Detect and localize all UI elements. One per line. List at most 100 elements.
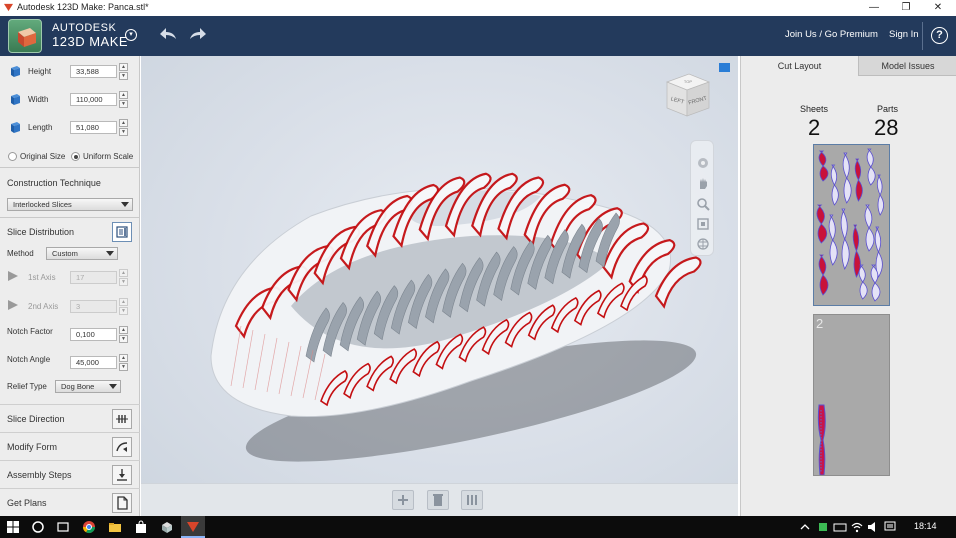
modify-form-button[interactable] (112, 437, 132, 457)
width-stepper[interactable]: ▲ ▼ (119, 91, 128, 109)
pinned-app-icon[interactable] (160, 520, 174, 534)
search-icon[interactable] (31, 520, 45, 534)
sign-in-link[interactable]: Sign In (889, 29, 919, 40)
first-axis-stepper[interactable]: ▲ ▼ (119, 269, 128, 287)
height-input[interactable]: 33,588 (70, 65, 117, 78)
store-icon[interactable] (134, 520, 148, 534)
start-icon[interactable] (6, 520, 20, 534)
view-cube[interactable]: TOP LEFT FRONT (663, 70, 713, 120)
assembly-steps-label: Assembly Steps (7, 470, 72, 480)
wifi-icon[interactable] (850, 520, 864, 534)
second-axis-input[interactable]: 3 (70, 300, 117, 313)
app-header: AUTODESK 123D MAKE ▾ Join Us / Go Premiu… (0, 16, 956, 56)
clock: 18:14 (914, 521, 937, 531)
uniform-scale-radio[interactable] (71, 152, 80, 161)
length-stepper[interactable]: ▲ ▼ (119, 119, 128, 137)
first-axis-input[interactable]: 17 (70, 271, 117, 284)
chevron-down-icon (109, 384, 117, 389)
construction-technique-dropdown[interactable]: Interlocked Slices (7, 198, 133, 211)
height-icon (11, 66, 20, 77)
notch-angle-input[interactable]: 45,000 (70, 356, 117, 369)
sheet-thumbnail-1[interactable] (813, 144, 890, 306)
delete-part-button[interactable] (427, 490, 449, 510)
fit-view-icon[interactable] (696, 217, 710, 231)
assembly-steps-icon (117, 469, 127, 481)
slice-distribution-title: Slice Distribution (7, 227, 75, 237)
first-axis-label: 1st Axis (28, 273, 56, 282)
length-input[interactable]: 51,080 (70, 121, 117, 134)
123d-make-taskbar-icon[interactable] (186, 520, 200, 534)
relief-type-dropdown[interactable]: Dog Bone (55, 380, 121, 393)
assembly-steps-row[interactable]: Assembly Steps (0, 460, 140, 488)
width-input[interactable]: 110,000 (70, 93, 117, 106)
help-icon[interactable]: ? (931, 27, 948, 44)
sheet-2-parts (817, 404, 826, 476)
construction-technique-value: Interlocked Slices (13, 200, 72, 209)
chrome-icon[interactable] (82, 520, 96, 534)
right-panel: Cut Layout Model Issues Sheets 2 Parts 2… (740, 56, 956, 516)
volume-icon[interactable] (866, 520, 880, 534)
uniform-scale-label: Uniform Scale (83, 152, 134, 161)
length-icon (11, 122, 20, 133)
sheets-count: 2 (808, 115, 821, 140)
zoom-icon[interactable] (696, 197, 710, 211)
keyboard-icon[interactable] (833, 520, 847, 534)
modify-form-icon (116, 442, 128, 452)
app-logo[interactable] (8, 19, 42, 53)
add-part-button[interactable] (392, 490, 414, 510)
notch-factor-stepper[interactable]: ▲ ▼ (119, 326, 128, 344)
slice-distribution-button[interactable] (112, 222, 132, 242)
trash-icon (433, 494, 443, 506)
method-dropdown[interactable]: Custom (46, 247, 118, 260)
slice-direction-label: Slice Direction (7, 414, 65, 424)
close-button[interactable]: ✕ (922, 0, 954, 16)
sheet-1-parts (816, 148, 884, 302)
network-app-icon[interactable] (816, 520, 830, 534)
perspective-icon[interactable] (696, 237, 710, 251)
method-value: Custom (52, 249, 78, 258)
assembly-steps-button[interactable] (112, 465, 132, 485)
get-plans-button[interactable] (112, 493, 132, 513)
tab-cut-layout[interactable]: Cut Layout (741, 56, 858, 76)
panel-toggle-icon[interactable] (719, 63, 730, 72)
slice-direction-row[interactable]: Slice Direction (0, 404, 140, 432)
notch-angle-stepper[interactable]: ▲ ▼ (119, 354, 128, 372)
sliced-model-preview[interactable] (141, 56, 738, 483)
modify-form-row[interactable]: Modify Form (0, 432, 140, 460)
tab-model-issues[interactable]: Model Issues (858, 56, 956, 76)
3d-viewport[interactable]: TOP LEFT FRONT (141, 56, 738, 516)
navigation-bar (690, 140, 714, 256)
divider (0, 167, 140, 168)
notch-factor-input[interactable]: 0,100 (70, 328, 117, 341)
restore-button[interactable]: ❐ (890, 0, 922, 16)
modify-form-label: Modify Form (7, 442, 58, 452)
second-axis-label: 2nd Axis (28, 302, 59, 311)
sheet-thumbnail-2[interactable]: 2 (813, 314, 890, 476)
chevron-up-icon[interactable] (798, 520, 812, 534)
slice-tool-button[interactable] (461, 490, 483, 510)
parts-count: 28 (874, 115, 899, 140)
second-axis-stepper[interactable]: ▲ ▼ (119, 298, 128, 316)
app-menu-icon[interactable]: ▾ (125, 29, 137, 41)
task-view-icon[interactable] (56, 520, 70, 534)
get-plans-row[interactable]: Get Plans (0, 488, 140, 516)
sheet-2-number: 2 (816, 316, 824, 331)
redo-icon[interactable] (186, 25, 208, 45)
height-stepper[interactable]: ▲ ▼ (119, 63, 128, 81)
orbit-icon[interactable] (696, 156, 710, 170)
undo-icon[interactable] (158, 25, 180, 45)
height-label: Height (28, 67, 52, 76)
minimize-button[interactable]: — (858, 0, 890, 16)
title-bar: Autodesk 123D Make: Panca.stl* — ❐ ✕ (0, 0, 956, 16)
file-explorer-icon[interactable] (108, 520, 122, 534)
original-size-radio[interactable] (8, 152, 17, 161)
join-premium-link[interactable]: Join Us / Go Premium (785, 29, 878, 40)
cube-logo-icon (18, 28, 36, 47)
notifications-icon[interactable] (883, 520, 897, 534)
slices-icon (467, 495, 477, 505)
method-label: Method (7, 249, 34, 258)
slice-direction-button[interactable] (112, 409, 132, 429)
play-icon (8, 271, 18, 281)
pan-icon[interactable] (696, 176, 710, 190)
brand-product: 123D MAKE (52, 34, 129, 49)
